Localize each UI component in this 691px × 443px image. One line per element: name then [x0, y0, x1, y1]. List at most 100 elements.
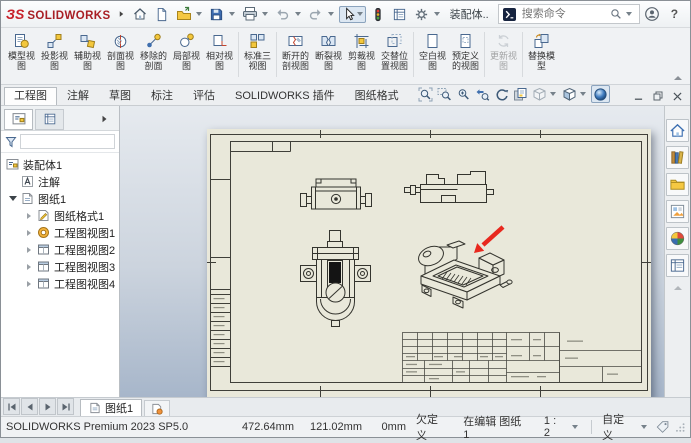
ribbon-button-standard-3-view[interactable]: 标准三视图 — [241, 31, 274, 71]
collapsed-arrow-icon[interactable] — [27, 230, 31, 236]
property-manager-tab[interactable] — [35, 109, 64, 130]
print-caret[interactable] — [262, 12, 268, 16]
display-style-button[interactable] — [561, 86, 578, 102]
ribbon-button-empty-view[interactable]: 空白视图 — [416, 31, 449, 71]
tree-item-root[interactable]: 装配体1 — [1, 156, 119, 173]
zoom-to-fit-button[interactable] — [417, 86, 434, 102]
feature-manager-tab[interactable] — [4, 109, 33, 130]
menu-flyout-icon[interactable] — [119, 11, 123, 17]
taskpane-design-library-button[interactable] — [666, 146, 689, 169]
tab-addins[interactable]: SOLIDWORKS 插件 — [225, 87, 345, 105]
doc-restore-icon[interactable] — [653, 91, 663, 101]
apply-scene-button[interactable] — [591, 85, 610, 103]
taskpane-appearances-button[interactable] — [666, 227, 689, 250]
search-caret[interactable] — [626, 12, 632, 16]
collapsed-arrow-icon[interactable] — [27, 213, 31, 219]
search-icon[interactable] — [610, 8, 622, 20]
units-setting[interactable]: 自定义 — [602, 411, 633, 443]
taskpane-home-button[interactable] — [666, 119, 689, 142]
tree-item-annotations[interactable]: 注解 — [1, 173, 119, 190]
3d-drawing-view-button[interactable] — [512, 86, 529, 102]
taskpane-view-palette-button[interactable] — [666, 200, 689, 223]
ribbon-button-model-view[interactable]: 模型视图 — [5, 31, 38, 71]
save-caret[interactable] — [229, 12, 235, 16]
ribbon-button-auxiliary-view[interactable]: 辅助视图 — [71, 31, 104, 71]
undo-button[interactable] — [273, 4, 293, 24]
ribbon-button-replace-model[interactable]: 替换模型 — [525, 31, 558, 71]
undo-caret[interactable] — [295, 12, 301, 16]
save-button[interactable] — [207, 4, 227, 24]
help-button[interactable]: ? — [671, 7, 678, 21]
ribbon-button-section-view[interactable]: 剖面视图 — [104, 31, 137, 71]
tree-item-drawing-view1[interactable]: 工程图视图1 — [1, 224, 119, 241]
tag-icon[interactable] — [656, 420, 669, 434]
add-sheet-button[interactable] — [144, 400, 170, 416]
ribbon-button-relative-view[interactable]: 相对视图 — [203, 31, 236, 71]
tab-drawing[interactable]: 工程图 — [4, 87, 57, 105]
search-input[interactable] — [520, 7, 606, 21]
ribbon-button-crop-view[interactable]: 剪裁视图 — [345, 31, 378, 71]
filter-input[interactable] — [20, 134, 115, 149]
ribbon-collapse-icon[interactable] — [674, 76, 682, 80]
redo-button[interactable] — [306, 4, 326, 24]
tab-evaluate[interactable]: 评估 — [183, 87, 225, 105]
zoom-in-out-button[interactable] — [455, 86, 472, 102]
ribbon-button-break-view[interactable]: 断裂视图 — [312, 31, 345, 71]
taskpane-collapse-icon[interactable] — [674, 286, 682, 290]
last-sheet-button[interactable] — [57, 398, 74, 415]
select-caret[interactable] — [357, 12, 363, 16]
expanded-arrow-icon[interactable] — [9, 196, 17, 201]
rebuild-button[interactable] — [368, 4, 388, 24]
ribbon-button-detail-view[interactable]: 局部视图 — [170, 31, 203, 71]
view-orientation-caret[interactable] — [550, 92, 556, 96]
ribbon-button-predefined-view[interactable]: 预定义的视图 — [449, 31, 482, 71]
tree-item-sheet1[interactable]: 图纸1 — [1, 190, 119, 207]
collapsed-arrow-icon[interactable] — [27, 264, 31, 270]
panel-expand-icon[interactable] — [103, 116, 115, 122]
command-search[interactable] — [498, 4, 640, 24]
next-sheet-button[interactable] — [39, 398, 56, 415]
open-button[interactable] — [174, 4, 194, 24]
scale-caret[interactable] — [572, 425, 578, 429]
collapsed-arrow-icon[interactable] — [27, 281, 31, 287]
redo-caret[interactable] — [328, 12, 334, 16]
display-style-caret[interactable] — [580, 92, 586, 96]
tab-markup[interactable]: 标注 — [141, 87, 183, 105]
tree-item-sheet-format1[interactable]: 图纸格式1 — [1, 207, 119, 224]
file-properties-button[interactable] — [390, 4, 410, 24]
drawing-sheet[interactable] — [207, 129, 651, 397]
options-caret[interactable] — [434, 12, 440, 16]
doc-minimize-icon[interactable] — [634, 92, 643, 101]
view-orientation-button[interactable] — [531, 86, 548, 102]
open-caret[interactable] — [196, 12, 202, 16]
ribbon-button-broken-out-section[interactable]: 断开的剖视图 — [279, 31, 312, 71]
rotate-view-button[interactable] — [493, 86, 510, 102]
tree-item-drawing-view4[interactable]: 工程图视图4 — [1, 275, 119, 292]
first-sheet-button[interactable] — [3, 398, 20, 415]
options-button[interactable] — [412, 4, 432, 24]
tab-sketch[interactable]: 草图 — [99, 87, 141, 105]
zoom-to-area-button[interactable] — [436, 86, 453, 102]
previous-view-button[interactable] — [474, 86, 491, 102]
tree-item-drawing-view2[interactable]: 工程图视图2 — [1, 241, 119, 258]
ribbon-button-projection-view[interactable]: 投影视图 — [38, 31, 71, 71]
tab-sheet-format[interactable]: 图纸格式 — [345, 87, 409, 105]
home-button[interactable] — [130, 4, 150, 24]
sign-in-button[interactable] — [642, 4, 662, 24]
units-caret[interactable] — [641, 425, 647, 429]
previous-sheet-button[interactable] — [21, 398, 38, 415]
select-tool-button[interactable] — [339, 6, 366, 23]
minimize-button[interactable] — [687, 4, 691, 24]
ribbon-button-removed-section[interactable]: 移除的剖面 — [137, 31, 170, 71]
taskpane-file-explorer-button[interactable] — [666, 173, 689, 196]
collapsed-arrow-icon[interactable] — [27, 247, 31, 253]
graphics-area[interactable] — [120, 106, 664, 397]
print-button[interactable] — [240, 4, 260, 24]
taskpane-custom-properties-button[interactable] — [666, 254, 689, 277]
sheet-scale[interactable]: 1 : 2 — [544, 415, 564, 439]
tab-annotation[interactable]: 注解 — [57, 87, 99, 105]
ribbon-button-alternate-position-view[interactable]: 交替位置视图 — [378, 31, 411, 71]
tree-item-drawing-view3[interactable]: 工程图视图3 — [1, 258, 119, 275]
new-document-button[interactable] — [152, 4, 172, 24]
sheet-tab-active[interactable]: 图纸1 — [80, 399, 142, 416]
